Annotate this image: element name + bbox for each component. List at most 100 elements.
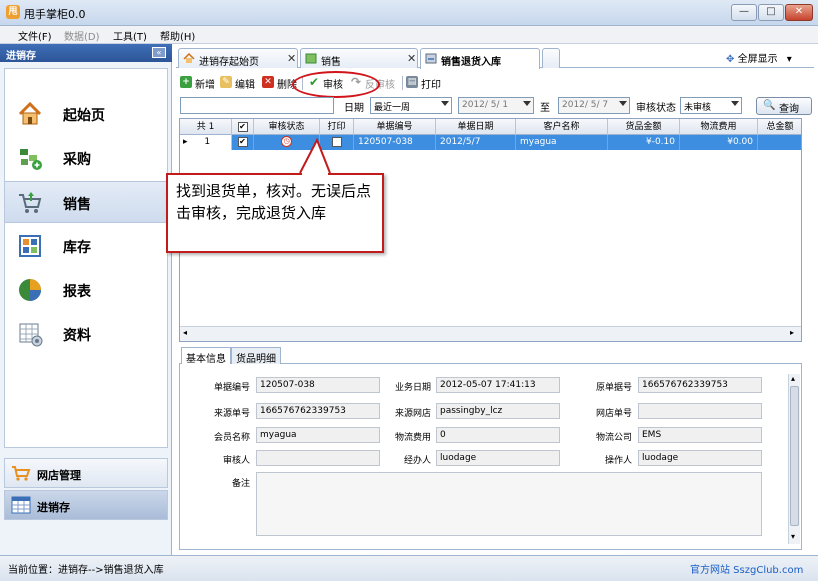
tab-sales-return[interactable]: 销售退货入库 [420,48,540,69]
collapse-icon[interactable]: « [152,47,166,58]
row-indicator: ▸ 1 [180,135,232,150]
nav-panel: 起始页 采购 销售 库存 报表 资料 [4,68,168,448]
nav-item-shop-management[interactable]: 网店管理 [4,458,168,488]
scroll-up-icon[interactable]: ▴ [791,374,795,383]
col-bill-date[interactable]: 单据日期 [436,119,516,135]
chevron-down-icon [523,101,531,106]
scroll-thumb[interactable] [790,386,799,526]
close-icon[interactable]: ✕ [407,52,416,65]
nav-item-jxc[interactable]: 进销存 [4,490,168,520]
keyword-input[interactable] [180,97,334,114]
date-to-picker[interactable]: 2012/ 5/ 7 [558,97,630,114]
logistics-co-field[interactable]: EMS [638,427,762,443]
maximize-button[interactable]: □ [758,4,784,21]
inventory-icon [19,235,41,257]
menu-file[interactable]: 文件(F) [18,28,52,43]
source-shop-field[interactable]: passingby_lcz [436,403,560,419]
tab-new[interactable] [542,48,560,68]
scroll-left-icon[interactable]: ◂ [183,328,187,337]
nav-label: 库存 [63,240,91,256]
col-select-all[interactable]: ✔ [232,119,254,135]
col-goods-amount[interactable]: 货品金额 [608,119,680,135]
nav-item-sales[interactable]: 销售 [5,181,167,223]
status-label: 审核状态 [636,103,676,114]
source-shop-label: 来源网店 [394,409,431,419]
nav-item-data[interactable]: 资料 [5,313,167,355]
current-location: 当前位置：进销存-->销售退货入库 [8,565,164,576]
col-customer[interactable]: 客户名称 [516,119,608,135]
query-button[interactable]: 🔍 查询 [756,97,812,115]
date-label: 日期 [344,103,364,114]
print-button[interactable]: ▤ 打印 [406,75,444,91]
member-field[interactable]: myagua [256,427,380,443]
menu-tools[interactable]: 工具(T) [113,28,147,43]
tab-sales[interactable]: 销售 ✕ [300,48,418,68]
edit-button[interactable]: ✎ 编辑 [220,75,258,91]
status-select[interactable]: 未审核 [680,97,742,114]
menu-data[interactable]: 数据(D) [64,28,100,43]
table-row[interactable]: ▸ 1 ✔ ◷ 120507-038 2012/5/7 myagua ¥-0.1… [180,135,801,150]
home-icon [18,101,42,125]
logistics-co-label: 物流公司 [595,433,632,443]
col-print[interactable]: 打印 [320,119,354,135]
menu-help[interactable]: 帮助(H) [160,28,195,43]
orig-no-field[interactable]: 166576762339753 [638,377,762,393]
vertical-scrollbar[interactable]: ▴ ▾ [788,374,800,544]
official-site-link[interactable]: 官方网站 SszgClub.com [690,561,803,576]
detail-tabs: 基本信息 货品明细 [179,346,802,365]
handler-field[interactable]: luodage [436,450,560,466]
move-icon: ✥ [726,54,735,65]
scroll-right-icon[interactable]: ▸ [790,328,794,337]
scroll-down-icon[interactable]: ▾ [791,532,795,541]
nav-label: 销售 [63,197,91,213]
chevron-down-icon [441,101,449,106]
filter-bar: 日期 最近一周 2012/ 5/ 1 至 2012/ 5/ 7 审核状态 未审核… [176,95,814,117]
nav-item-reports[interactable]: 报表 [5,269,167,311]
col-bill-no[interactable]: 单据编号 [354,119,436,135]
nav-item-inventory[interactable]: 库存 [5,225,167,267]
goods-amount-cell: ¥-0.10 [608,135,680,150]
nav-item-purchase[interactable]: 采购 [5,137,167,179]
biz-date-label: 业务日期 [394,383,431,393]
close-button[interactable]: ✕ [785,4,813,21]
bill-no-field[interactable]: 120507-038 [256,377,380,393]
fullscreen-toggle[interactable]: ✥ 全屏显示 ▾ [726,50,792,65]
reviewer-field[interactable] [256,450,380,466]
member-label: 会员名称 [213,433,250,443]
date-from-picker[interactable]: 2012/ 5/ 1 [458,97,534,114]
nav-item-home[interactable]: 起始页 [5,93,167,135]
logistics-fee-field[interactable]: 0 [436,427,560,443]
bottom-nav: 网店管理 进销存 [4,458,168,524]
horizontal-scrollbar[interactable]: ◂ ▸ [180,326,801,341]
to-label: 至 [540,103,550,114]
data-icon [19,323,43,347]
new-button[interactable]: + 新增 [180,75,216,91]
col-review-status[interactable]: 审核状态 [254,119,320,135]
sales-icon [305,53,317,64]
operator-field[interactable]: luodage [638,450,762,466]
row-checkbox[interactable]: ✔ [232,135,254,150]
logistics-fee-label: 物流费用 [394,433,431,443]
shop-cart-icon [12,466,31,481]
status-bar: 当前位置：进销存-->销售退货入库 官方网站 SszgClub.com [0,555,818,581]
plus-icon: + [180,76,192,88]
home-icon [183,53,195,63]
remark-field[interactable] [256,472,762,536]
biz-date-field[interactable]: 2012-05-07 17:41:13 [436,377,560,393]
separator [402,76,403,90]
shop-no-field[interactable] [638,403,762,419]
printer-icon: ▤ [406,76,418,88]
source-no-field[interactable]: 166576762339753 [256,403,380,419]
annotation-callout: 找到退货单，核对。无误后点击审核，完成退货入库 [166,173,384,253]
date-range-select[interactable]: 最近一周 [370,97,452,114]
minimize-button[interactable]: — [731,4,757,21]
tab-goods-detail[interactable]: 货品明细 [231,347,281,365]
close-icon[interactable]: ✕ [287,52,296,65]
purchase-icon [20,149,42,170]
fullscreen-label: 全屏显示 [737,54,778,65]
grid-header: 共 1 ✔ 审核状态 打印 单据编号 单据日期 客户名称 货品金额 物流费用 总… [180,119,801,135]
tab-basic-info[interactable]: 基本信息 [181,347,231,365]
col-logistics-fee[interactable]: 物流费用 [680,119,758,135]
col-total[interactable]: 总金额 [758,119,801,135]
tab-start-page[interactable]: 进销存起始页 ✕ [178,48,298,68]
